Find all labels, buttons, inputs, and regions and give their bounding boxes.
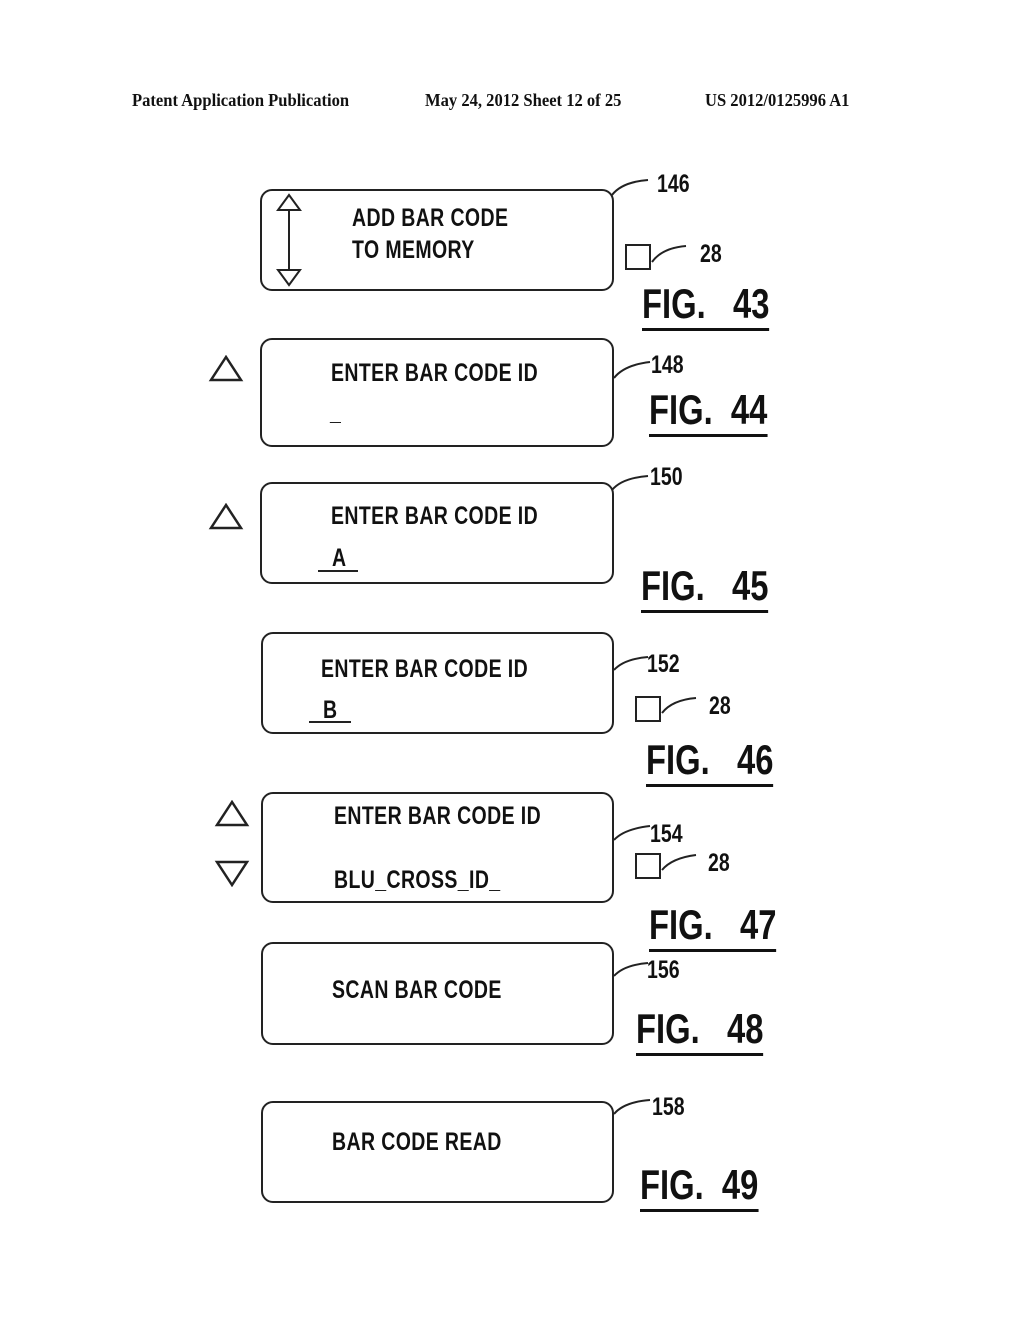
reference-numeral: 152: [647, 650, 680, 678]
publication-number: US 2012/0125996 A1: [705, 90, 850, 110]
indicator-reference-numeral: 28: [700, 240, 722, 268]
reference-numeral: 154: [650, 820, 683, 848]
screen-text-line-1: ADD BAR CODE: [352, 204, 509, 232]
up-triangle-icon: [208, 355, 244, 382]
input-underline: [309, 721, 351, 723]
screen-text-line-1: ENTER BAR CODE ID: [334, 802, 542, 830]
entered-character: A: [332, 544, 347, 572]
screen-text-line-1: BAR CODE READ: [332, 1128, 502, 1156]
figure-label: FIG. 49: [640, 1164, 759, 1212]
screen-text-line-1: ENTER BAR CODE ID: [321, 655, 529, 683]
figure-label: FIG. 43: [642, 283, 770, 331]
input-cursor: _: [330, 398, 342, 426]
screen-text-line-1: ENTER BAR CODE ID: [331, 502, 539, 530]
publication-date-sheet: May 24, 2012 Sheet 12 of 25: [425, 90, 622, 110]
leader-line-28-fig47: [661, 854, 697, 871]
figure-label: FIG. 47: [649, 904, 777, 952]
input-underline: [318, 570, 358, 572]
indicator-square-icon: [635, 696, 661, 722]
reference-numeral: 148: [651, 351, 684, 379]
leader-line-158: [613, 1099, 651, 1115]
reference-numeral: 146: [657, 170, 690, 198]
reference-numeral: 150: [650, 463, 683, 491]
figure-label: FIG. 46: [646, 739, 774, 787]
leader-line-156: [613, 962, 649, 977]
figure-label: FIG. 44: [649, 389, 768, 437]
indicator-reference-numeral: 28: [709, 692, 731, 720]
display-screen-148: [260, 338, 614, 447]
figure-label: FIG. 48: [636, 1008, 764, 1056]
indicator-square-icon: [625, 244, 651, 270]
leader-line-150: [611, 475, 649, 491]
entered-bar-code-id: BLU_CROSS_ID_: [334, 866, 501, 894]
leader-line-154: [613, 825, 651, 841]
figure-label: FIG. 45: [641, 565, 769, 613]
up-triangle-icon: [208, 503, 244, 530]
display-screen-150: [260, 482, 614, 584]
publication-type: Patent Application Publication: [132, 90, 350, 110]
reference-numeral: 158: [652, 1093, 685, 1121]
up-triangle-icon: [214, 800, 250, 827]
reference-numeral: 156: [647, 956, 680, 984]
screen-text-line-1: SCAN BAR CODE: [332, 976, 502, 1004]
leader-line-148: [613, 361, 651, 379]
leader-line-28-fig43: [651, 245, 687, 263]
indicator-reference-numeral: 28: [708, 849, 730, 877]
screen-text-line-2: TO MEMORY: [352, 236, 475, 264]
leader-line-28-fig46: [661, 697, 697, 714]
screen-text-line-1: ENTER BAR CODE ID: [331, 359, 539, 387]
leader-line-152: [613, 656, 649, 671]
down-triangle-icon: [214, 860, 250, 887]
up-down-arrow-icon: [276, 193, 302, 287]
indicator-square-icon: [635, 853, 661, 879]
leader-line-146: [611, 179, 649, 196]
